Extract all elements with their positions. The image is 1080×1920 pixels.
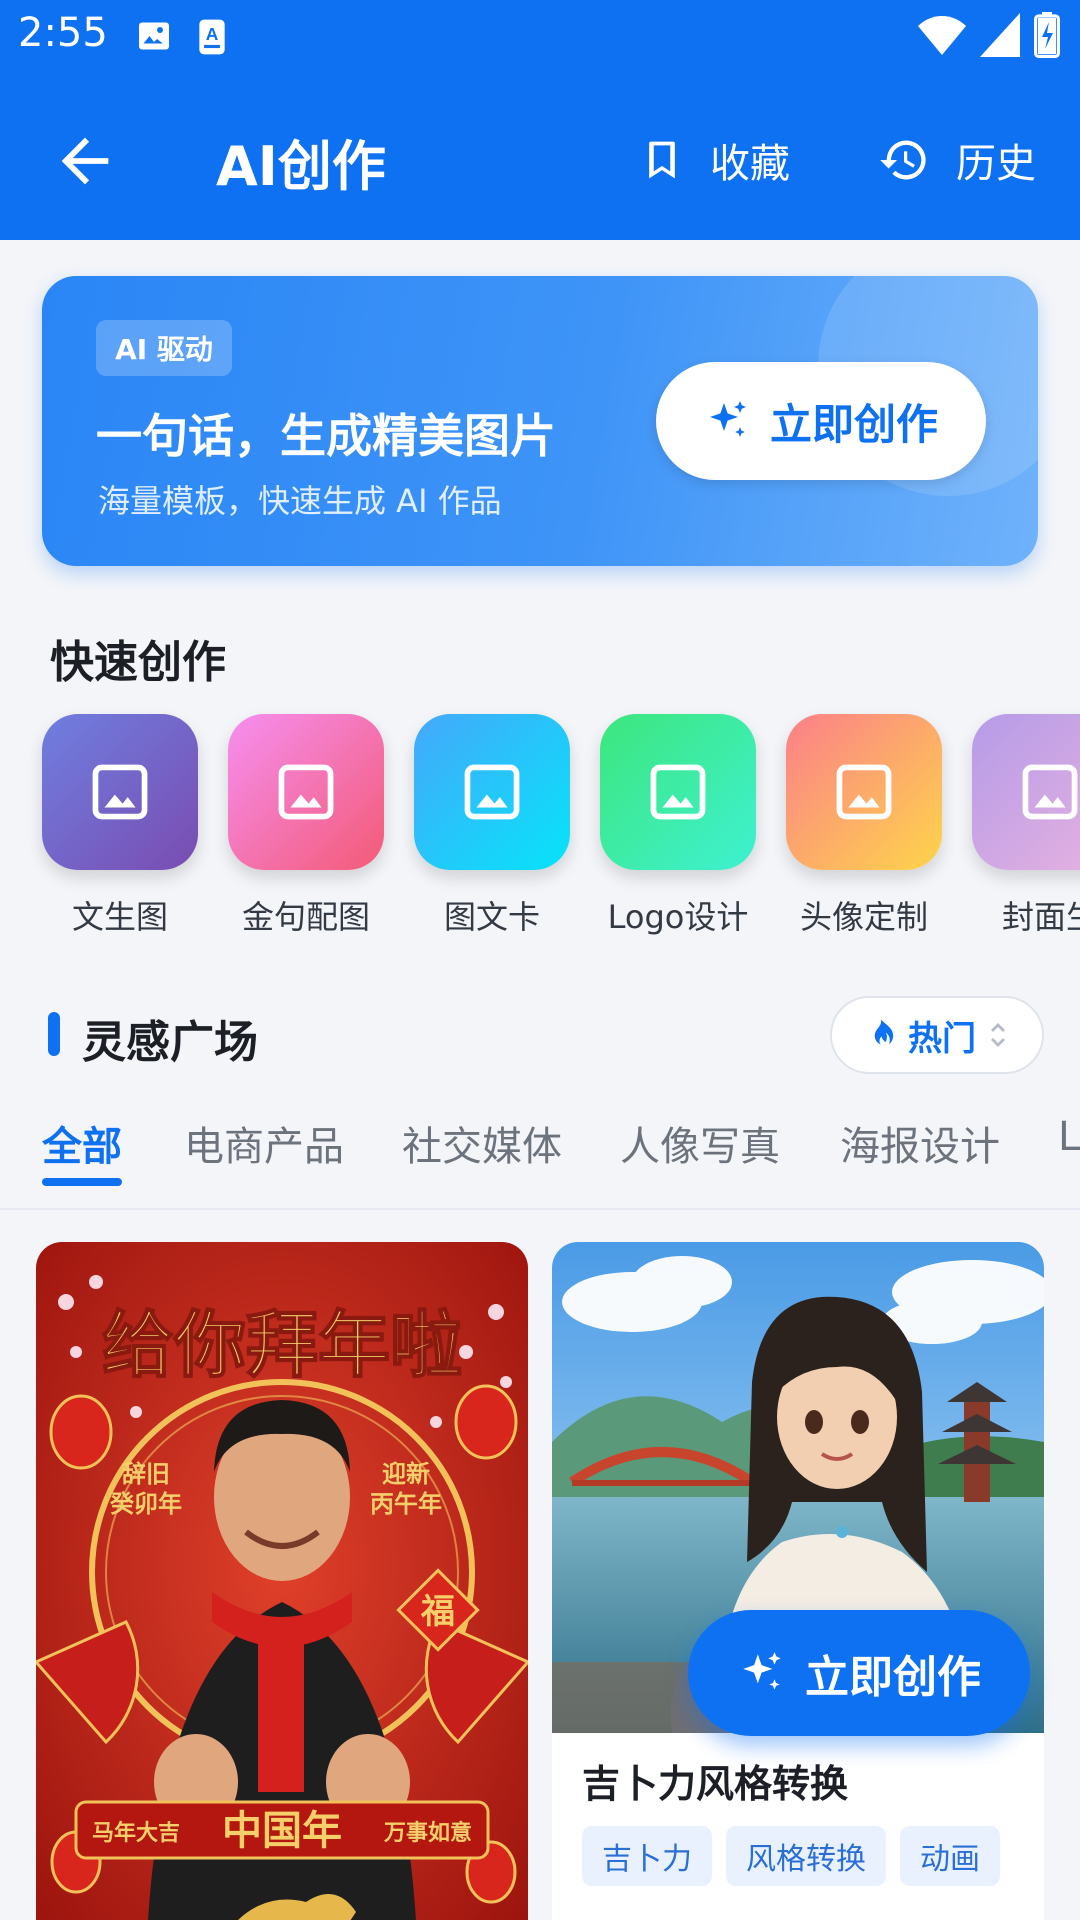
favorites-label: 收藏 (710, 141, 790, 187)
quick-create-item[interactable]: 图文卡 (414, 714, 570, 938)
promo-banner: AI 驱动 一句话，生成精美图片 海量模板，快速生成 AI 作品 立即创作 (42, 276, 1038, 566)
tab-social-media[interactable]: 社交媒体 (402, 1114, 562, 1172)
banner-headline: 一句话，生成精美图片 (96, 409, 556, 463)
card-tags: 吉卜力 风格转换 动画 (582, 1826, 1014, 1886)
quick-create-label: Logo设计 (607, 898, 749, 936)
text-recognition-icon: A (196, 18, 228, 60)
page-title: AI创作 (216, 135, 386, 198)
sparkle-icon (743, 1652, 781, 1690)
bookmark-icon (649, 141, 675, 179)
floating-create-label: 立即创作 (805, 1652, 981, 1703)
tag-style-transfer[interactable]: 风格转换 (726, 1826, 886, 1886)
arrow-left-icon (61, 137, 109, 185)
poster-bottom-right: 万事如意 (383, 1820, 472, 1846)
image-icon (1022, 764, 1078, 820)
floating-create-button[interactable]: 立即创作 (688, 1610, 1030, 1736)
new-year-poster-image: 福 给你拜年啦 辞旧癸卯年 迎新丙午年 马年大吉 中国年 万事如意 (36, 1242, 528, 1920)
ai-badge: AI 驱动 (96, 320, 232, 376)
quick-create-title: 快速创作 (50, 637, 226, 688)
image-icon (278, 764, 334, 820)
quick-create-tile (786, 714, 942, 870)
history-button[interactable]: 历史 (878, 128, 1036, 192)
poster-bottom-left: 马年大吉 (92, 1820, 180, 1846)
tabs-divider (0, 1208, 1080, 1210)
chevron-updown-icon (991, 1023, 1005, 1047)
status-left-icons: A (136, 18, 228, 60)
flame-icon (874, 1019, 894, 1045)
tag-animation[interactable]: 动画 (900, 1826, 1000, 1886)
category-tabs: 全部 电商产品 社交媒体 人像写真 海报设计 L (0, 1106, 1080, 1210)
image-icon (650, 764, 706, 820)
quick-create-item[interactable]: 头像定制 (786, 714, 942, 938)
section-accent-bar (48, 1012, 60, 1056)
ghibli-card-info: 吉卜力风格转换 吉卜力 风格转换 动画 (552, 1733, 1044, 1906)
quick-create-label: 图文卡 (443, 898, 540, 936)
history-icon (880, 140, 926, 180)
quick-create-tile (600, 714, 756, 870)
fu-character: 福 (420, 1592, 455, 1632)
cellular-signal-icon (980, 13, 1020, 61)
tab-more[interactable]: L (1058, 1114, 1080, 1160)
favorites-button[interactable]: 收藏 (640, 128, 790, 192)
quick-create-label: 金句配图 (241, 898, 370, 936)
quick-create-tile (228, 714, 384, 870)
quick-create-label: 文生图 (71, 898, 168, 936)
image-icon (92, 764, 148, 820)
status-bar: 2:55 A (0, 0, 1080, 78)
banner-subtitle: 海量模板，快速生成 AI 作品 (98, 482, 502, 520)
inspiration-title: 灵感广场 (82, 1017, 258, 1068)
quick-create-tile (42, 714, 198, 870)
quick-create-item[interactable]: 文生图 (42, 714, 198, 938)
quick-create-item[interactable]: Logo设计 (600, 714, 756, 938)
tab-ecommerce[interactable]: 电商产品 (184, 1114, 344, 1172)
quick-create-label: 封面生 (1001, 898, 1080, 936)
tag-ghibli[interactable]: 吉卜力 (582, 1826, 712, 1886)
banner-create-label: 立即创作 (769, 399, 938, 449)
status-time: 2:55 (18, 10, 108, 56)
quick-create-label: 头像定制 (799, 898, 928, 936)
back-button[interactable] (50, 126, 120, 196)
battery-charging-icon (1034, 12, 1060, 62)
quick-create-row: 文生图 金句配图 图文卡 Logo设计 头像定制 封面生 (42, 714, 1080, 944)
tab-all[interactable]: 全部 (42, 1114, 122, 1172)
sort-dropdown[interactable]: 热门 (830, 996, 1044, 1074)
tab-poster[interactable]: 海报设计 (840, 1114, 1000, 1172)
quick-create-item[interactable]: 封面生 (972, 714, 1080, 938)
image-icon (136, 18, 172, 60)
svg-text:A: A (206, 24, 219, 44)
sparkle-icon (709, 401, 746, 437)
active-tab-indicator (42, 1178, 122, 1186)
app-header: AI创作 收藏 历史 (0, 78, 1080, 240)
inspiration-card-new-year[interactable]: 福 给你拜年啦 辞旧癸卯年 迎新丙午年 马年大吉 中国年 万事如意 (36, 1242, 528, 1920)
banner-create-button[interactable]: 立即创作 (656, 362, 986, 480)
poster-headline: 给你拜年啦 (102, 1302, 462, 1387)
image-icon (836, 764, 892, 820)
quick-create-tile (972, 714, 1080, 870)
poster-bottom-center: 中国年 (222, 1807, 342, 1854)
wifi-icon (918, 13, 966, 61)
tab-portrait[interactable]: 人像写真 (620, 1114, 780, 1172)
card-title: 吉卜力风格转换 (582, 1762, 849, 1806)
inspiration-card-ghibli[interactable]: 吉卜力风格转换 吉卜力 风格转换 动画 (552, 1242, 1044, 1920)
status-right-icons (918, 12, 1060, 62)
quick-create-item[interactable]: 金句配图 (228, 714, 384, 938)
history-label: 历史 (956, 141, 1036, 187)
image-icon (464, 764, 520, 820)
sort-label: 热门 (908, 1018, 976, 1059)
screen: 2:55 A AI创作 收藏 历史 AI 驱动 一句话，生成精美图片 海量模板，… (0, 0, 1080, 1920)
quick-create-tile (414, 714, 570, 870)
